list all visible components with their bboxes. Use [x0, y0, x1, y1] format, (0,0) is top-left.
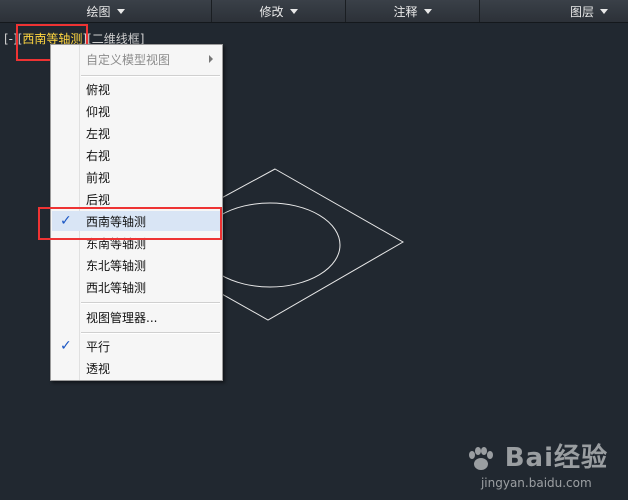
check-icon: ✓: [60, 213, 72, 229]
menu-separator: [81, 302, 220, 304]
menu-item-ne-iso[interactable]: 东北等轴测: [52, 255, 221, 275]
chevron-right-icon: [209, 55, 213, 63]
menu-item-custom-views[interactable]: 自定义模型视图: [52, 49, 221, 69]
menu-item-sw-iso[interactable]: ✓ 西南等轴测: [52, 211, 221, 231]
menu-separator: [81, 75, 220, 77]
menu-item-front[interactable]: 前视: [52, 167, 221, 187]
menu-item-se-iso[interactable]: 东南等轴测: [52, 233, 221, 253]
menu-item-right[interactable]: 右视: [52, 145, 221, 165]
menu-item-view-manager[interactable]: 视图管理器...: [52, 307, 221, 327]
menu-item-top[interactable]: 俯视: [52, 79, 221, 99]
menu-item-bottom[interactable]: 仰视: [52, 101, 221, 121]
check-icon: ✓: [60, 338, 72, 354]
menu-item-perspective[interactable]: 透视: [52, 358, 221, 378]
menu-item-left[interactable]: 左视: [52, 123, 221, 143]
watermark: Bai经验 jingyan.baidu.com: [465, 437, 608, 490]
view-context-menu: 自定义模型视图 俯视 仰视 左视 右视 前视 后视 ✓ 西南等轴测 东南等轴测 …: [50, 44, 223, 381]
menu-item-back[interactable]: 后视: [52, 189, 221, 209]
menu-item-nw-iso[interactable]: 西北等轴测: [52, 277, 221, 297]
menu-separator: [81, 332, 220, 334]
paw-logo-icon: [468, 446, 493, 470]
menu-item-parallel[interactable]: ✓ 平行: [52, 336, 221, 356]
